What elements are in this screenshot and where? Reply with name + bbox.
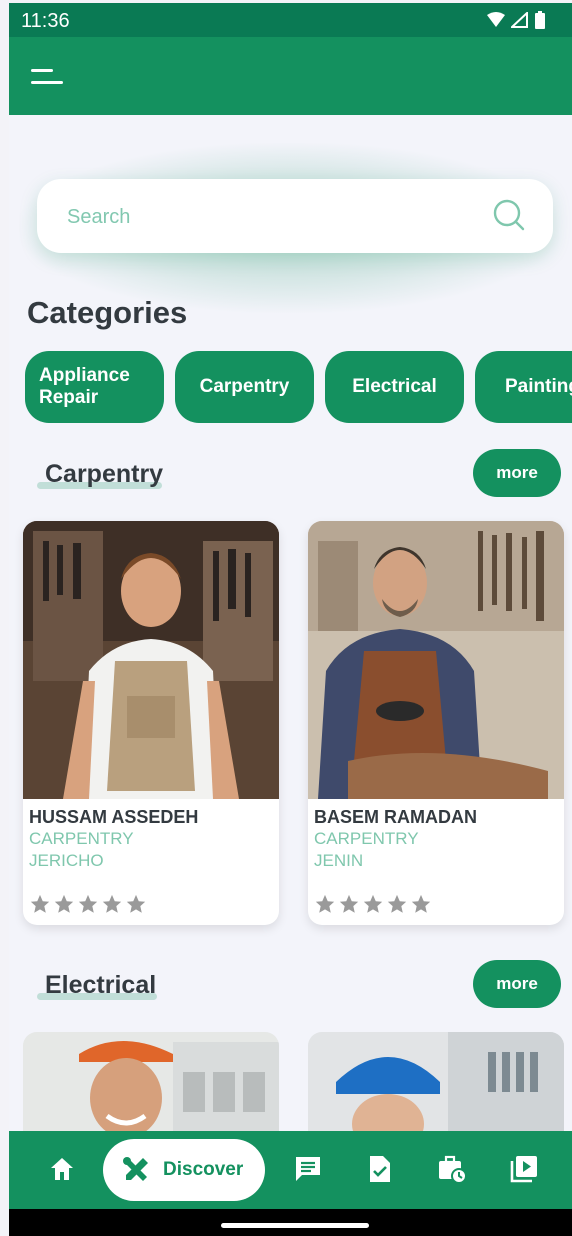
home-indicator[interactable] [221,1223,369,1228]
system-navigation-bar [9,1209,572,1236]
worker-photo [308,521,564,799]
chat-icon[interactable] [291,1152,325,1186]
chip-label: Painting [505,376,572,397]
star-icon [54,894,74,913]
star-icon [30,894,50,913]
worker-category: CARPENTRY [314,829,419,848]
menu-icon[interactable] [27,67,67,91]
section-title-carpentry: Carpentry [45,460,164,488]
chip-carpentry[interactable]: Carpentry [175,351,314,423]
app-screen: 11:36 Categories Appliance Repair Carpen… [9,3,572,1236]
task-done-icon[interactable] [363,1152,397,1186]
section-title-electrical: Electrical [45,971,157,999]
wifi-icon [487,12,505,27]
worker-category: CARPENTRY [29,829,134,848]
worker-photo [308,1032,564,1142]
categories-title: Categories [27,295,188,330]
chip-label: Electrical [352,376,437,397]
worker-city: JENIN [314,851,364,870]
cellular-signal-icon [511,12,528,28]
home-icon[interactable] [45,1152,79,1186]
worker-city: JERICHO [29,851,104,870]
chip-label: Carpentry [199,376,290,397]
discover-tab[interactable]: Discover [103,1139,265,1201]
chip-electrical[interactable]: Electrical [325,351,464,423]
chip-painting[interactable]: Painting [475,351,572,423]
star-icon [102,894,122,913]
bottom-navigation: Discover [9,1131,572,1209]
star-icon [315,894,335,913]
chip-appliance-repair[interactable]: Appliance Repair [25,351,164,423]
star-icon [387,894,407,913]
worker-card[interactable]: HUSSAM ASSEDEH CARPENTRY JERICHO [23,521,279,925]
rating-stars [29,893,147,915]
chip-label: Appliance Repair [39,365,130,408]
worker-photo [23,521,279,799]
star-icon [126,894,146,913]
schedule-case-icon[interactable] [435,1152,469,1186]
video-library-icon[interactable] [507,1152,541,1186]
worker-name: BASEM RAMADAN [314,807,477,827]
status-bar: 11:36 [9,3,572,37]
more-button-carpentry[interactable]: more [473,449,561,497]
status-icons [487,11,545,29]
worker-name: HUSSAM ASSEDEH [29,807,199,827]
search-input[interactable] [65,199,469,235]
discover-label: Discover [163,1159,244,1180]
search-icon[interactable] [491,197,527,233]
battery-icon [535,11,545,29]
worker-card[interactable]: BASEM RAMADAN CARPENTRY JENIN [308,521,564,925]
search-bar [37,179,553,253]
star-icon [363,894,383,913]
star-icon [78,894,98,913]
category-chips: Appliance Repair Carpentry Electrical Pa… [25,351,572,425]
worker-card-partial[interactable] [308,1032,564,1142]
worker-photo [23,1032,279,1142]
star-icon [411,894,431,913]
worker-card-partial[interactable] [23,1032,279,1142]
star-icon [339,894,359,913]
rating-stars [314,893,432,915]
more-button-electrical[interactable]: more [473,960,561,1008]
app-bar [9,37,572,115]
status-time: 11:36 [21,10,70,32]
discover-tools-icon [123,1157,148,1181]
